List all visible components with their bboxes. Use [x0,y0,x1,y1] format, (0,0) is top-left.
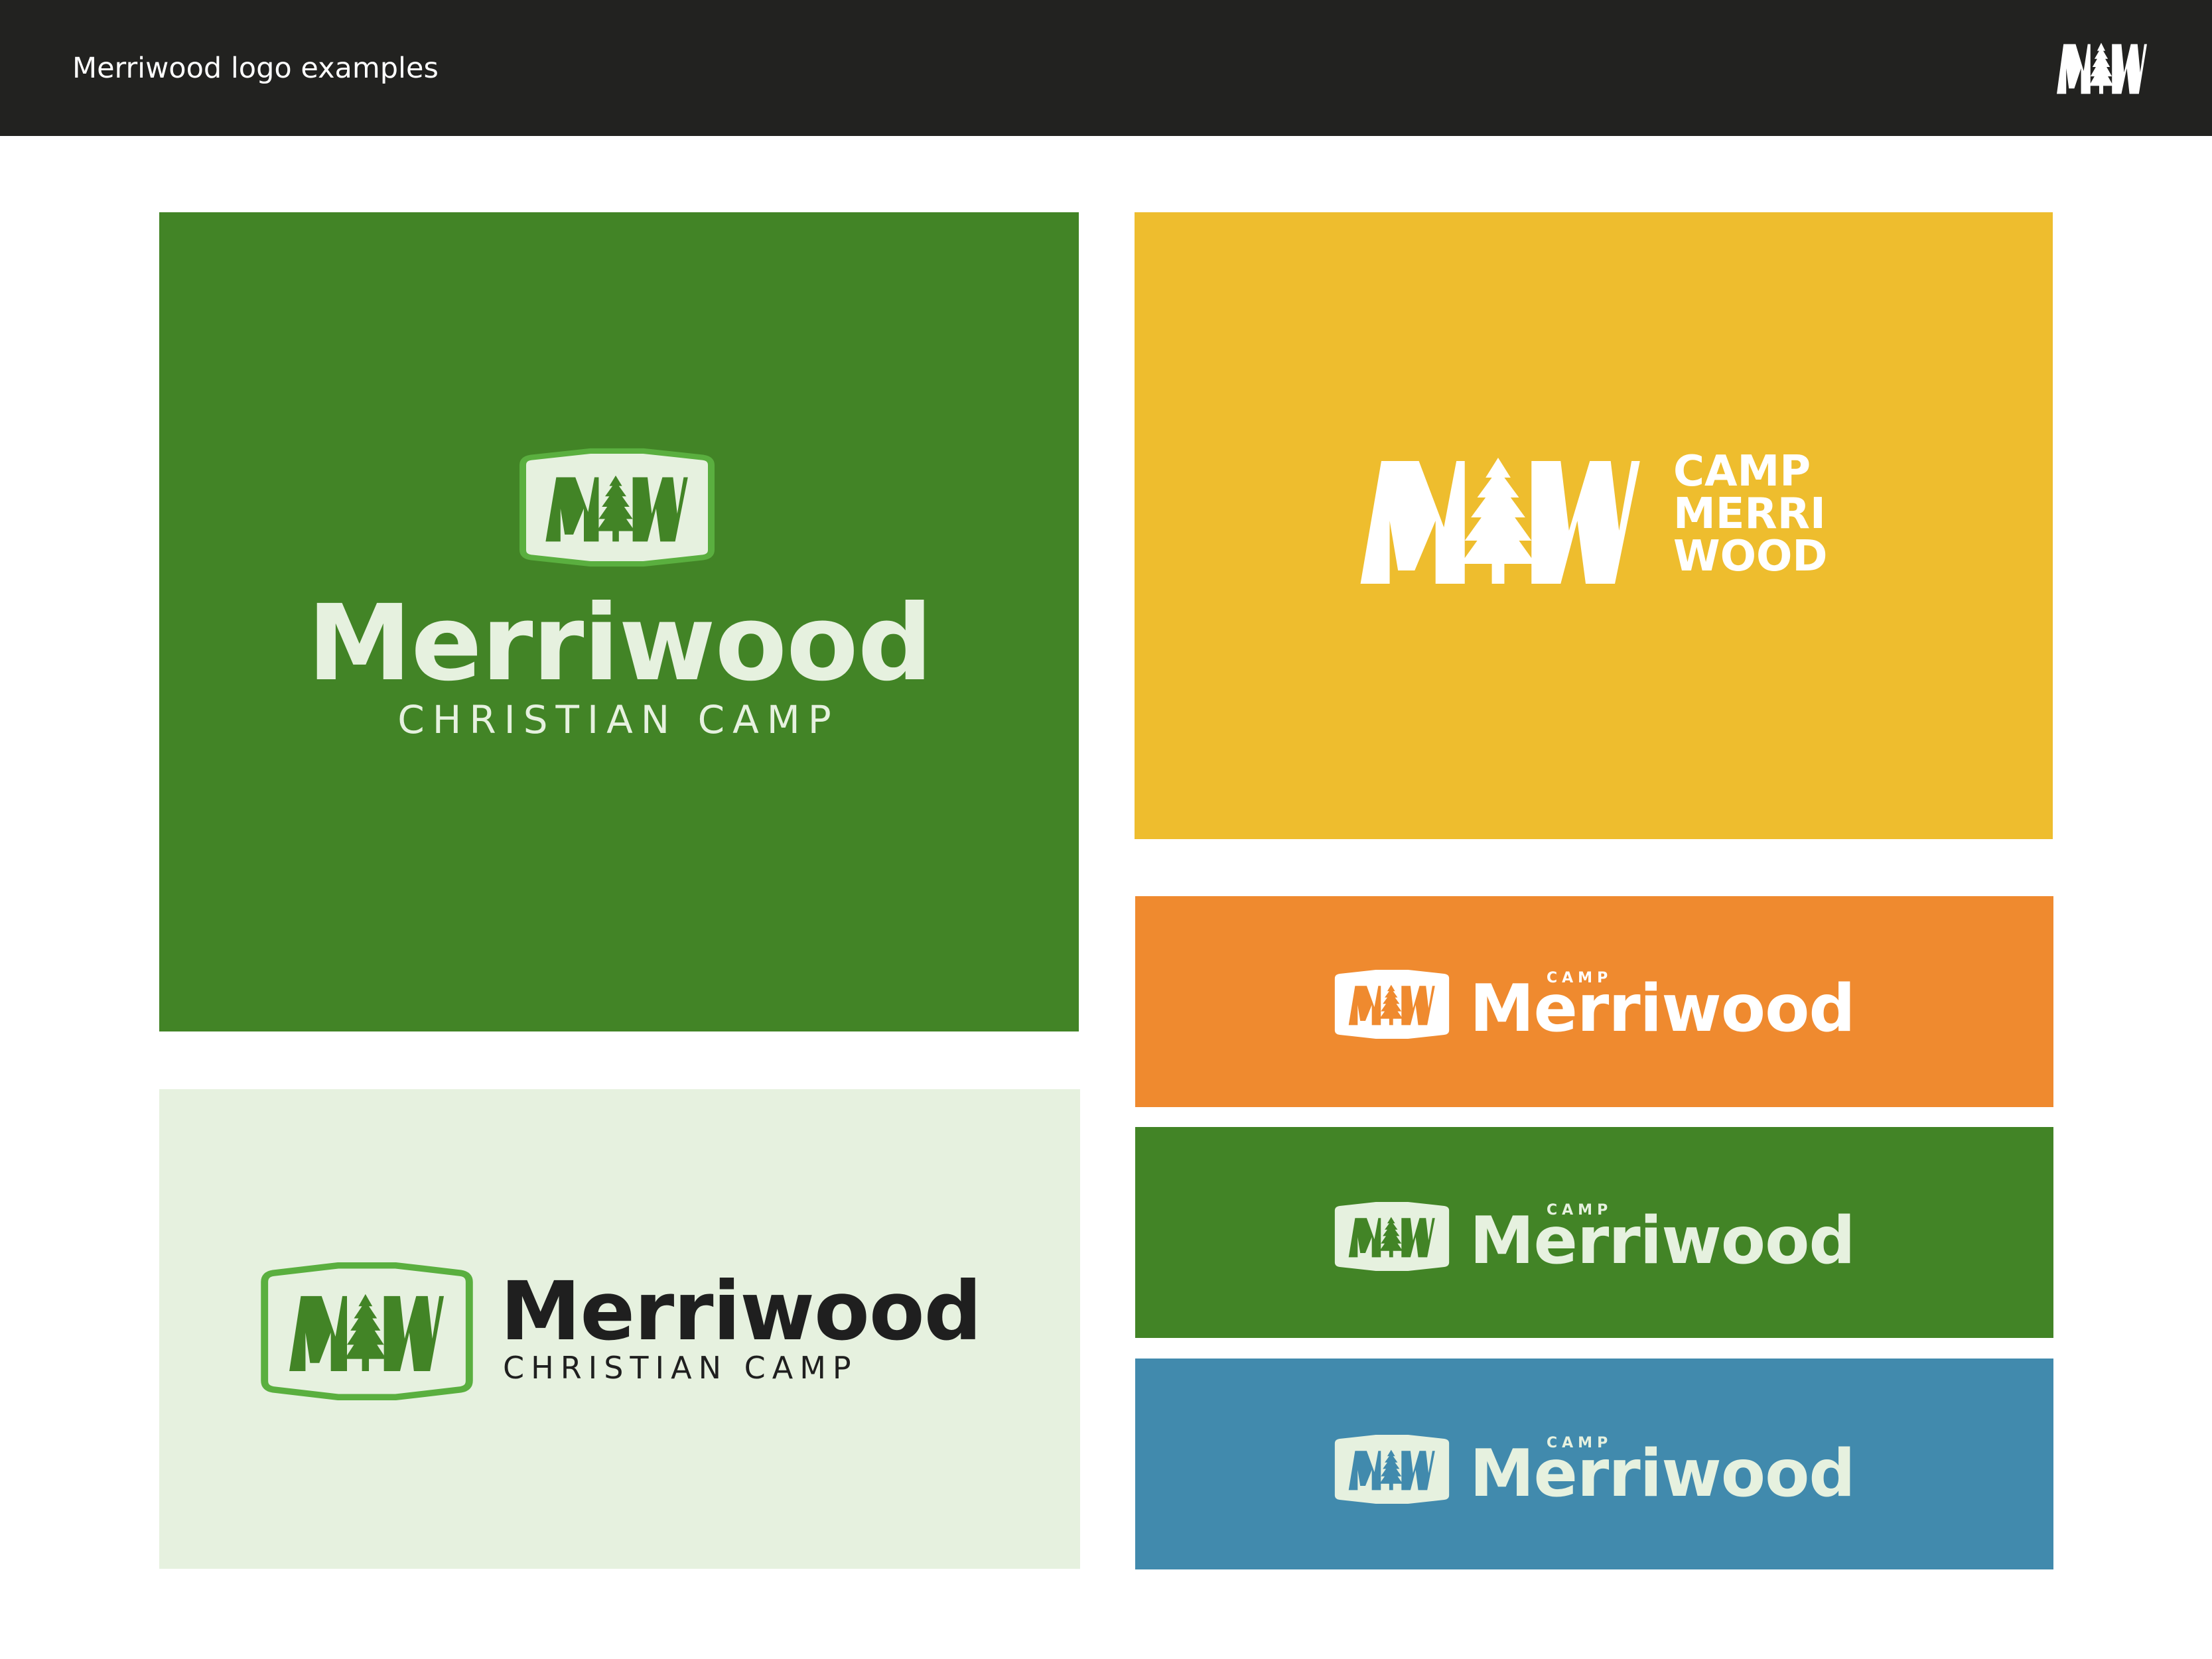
panel-camp-horizontal-green: CAMP Merriwood [1135,1127,2053,1338]
wordmark: Merriwood [307,582,933,704]
panel-camp-horizontal-blue: CAMP Merriwood [1135,1359,2053,1569]
mw-monogram-icon [2054,41,2148,96]
tagline: CHRISTIAN CAMP [397,697,839,742]
mw-badge-icon [1332,1433,1452,1506]
header-bar: Merriwood logo examples [0,0,2212,136]
tagline: CHRISTIAN CAMP [503,1350,858,1386]
wordmark: Merriwood [1470,1436,1856,1512]
mw-badge-icon [1332,1200,1452,1273]
camp-line-3: WOOD [1673,532,1828,581]
mw-badge-icon [1332,968,1452,1041]
mw-monogram-icon [1352,454,1644,587]
panel-camp-horizontal-orange: CAMP Merriwood [1135,896,2053,1107]
wordmark: Merriwood [1470,971,1856,1047]
panel-primary-stacked: Merriwood CHRISTIAN CAMP [159,212,1079,1031]
panel-camp-stacked: CAMP MERRI WOOD [1135,212,2053,839]
panel-horizontal-light: Merriwood CHRISTIAN CAMP [159,1089,1080,1569]
mw-badge-icon [259,1262,475,1401]
mw-badge-icon [518,448,717,567]
camp-line-1: CAMP [1673,447,1811,496]
wordmark: Merriwood [500,1264,982,1359]
page-title: Merriwood logo examples [72,52,439,85]
wordmark: Merriwood [1470,1203,1856,1279]
camp-line-2: MERRI [1673,490,1826,539]
